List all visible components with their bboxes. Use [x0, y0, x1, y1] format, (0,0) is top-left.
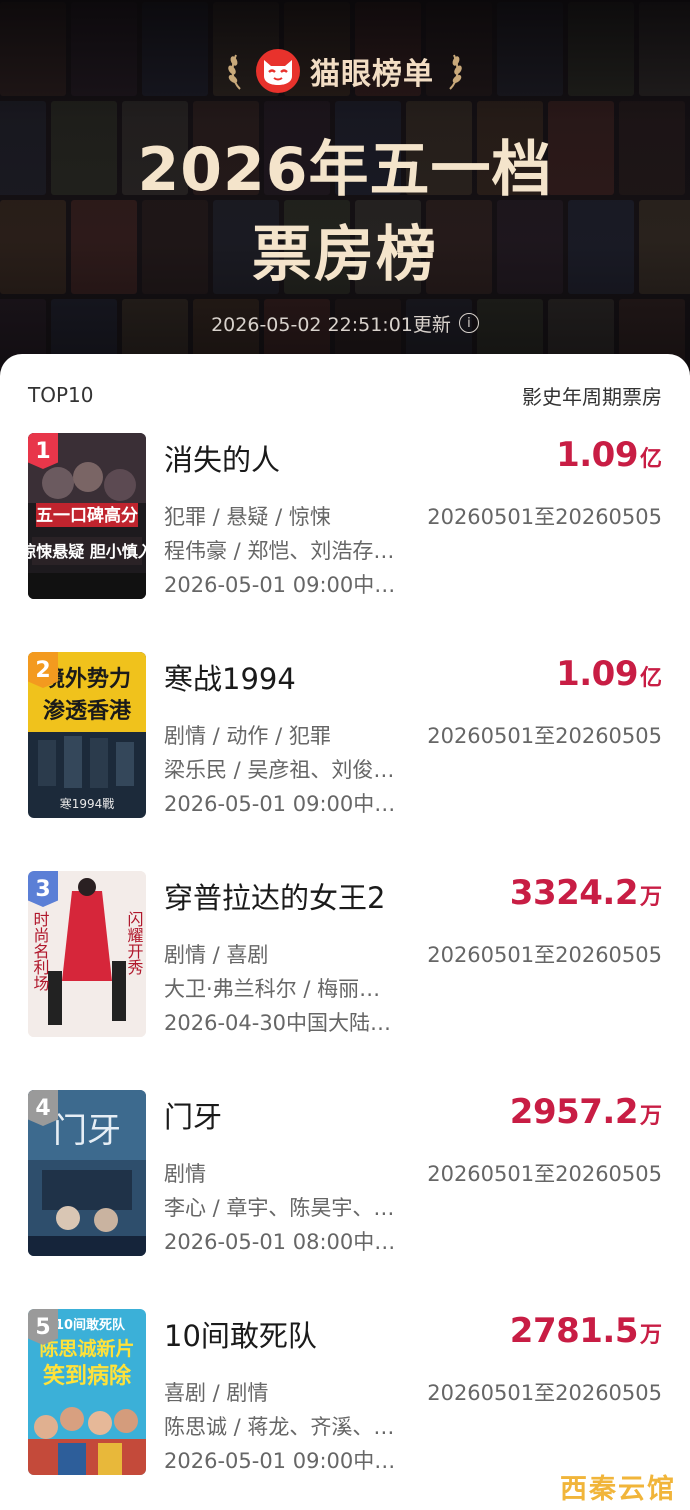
box-office-unit: 万 — [639, 1323, 662, 1348]
box-office-number: 3324.2 — [509, 873, 639, 913]
laurel-right-icon — [449, 54, 462, 90]
movie-cast: 李心 / 章宇、陈昊宇、… — [164, 1196, 395, 1220]
movie-release: 2026-05-01 09:00中… — [164, 1449, 396, 1473]
box-office-number: 1.09 — [556, 654, 638, 694]
movie-genre: 剧情 — [164, 1162, 206, 1186]
box-office: 1.09 亿 — [556, 435, 662, 475]
movie-title[interactable]: 穿普拉达的女王2 — [164, 875, 385, 917]
laurel-left-icon — [228, 54, 241, 90]
movie-row-2[interactable]: 境外势力 渗透香港 寒1994戰 2 寒战1994 1.09 亿 剧情 / 动作… — [0, 652, 690, 820]
rank-badge: 4 — [28, 1090, 58, 1126]
box-office-number: 1.09 — [556, 435, 638, 475]
watermark: 西秦云馆 — [560, 1474, 676, 1505]
movie-genre: 犯罪 / 悬疑 / 惊悚 — [164, 505, 331, 529]
poster-text: 笑到病除 — [43, 1363, 132, 1389]
poster-text: 闪耀开秀 — [125, 911, 144, 976]
box-office-unit: 万 — [639, 885, 662, 910]
movie-row-5[interactable]: 10间敢死队 陈思诚新片 笑到病除 5 10间敢死队 2781.5 万 喜剧 /… — [0, 1309, 690, 1477]
page-subtitle: 票房榜 — [252, 220, 438, 290]
box-office: 2957.2 万 — [510, 1092, 662, 1132]
poster-text: 时尚名利场 — [31, 911, 50, 992]
poster-text: 寒1994戰 — [60, 796, 115, 811]
info-icon[interactable]: i — [458, 313, 479, 333]
movie-poster[interactable]: 五一口碑高分 惊悚悬疑 胆小慎入 1 — [28, 433, 146, 599]
movie-cast: 程伟豪 / 郑恺、刘浩存… — [164, 539, 395, 563]
brand: 猫眼榜单 — [0, 46, 690, 96]
movie-period: 20260501至20260505 — [427, 943, 662, 967]
movie-genre: 剧情 / 喜剧 — [164, 943, 269, 967]
movie-genre: 喜剧 / 剧情 — [164, 1381, 269, 1405]
movie-poster[interactable]: 10间敢死队 陈思诚新片 笑到病除 5 — [28, 1309, 146, 1475]
ranking-card: TOP10 影史年周期票房 五一口碑高分 惊悚悬疑 胆小慎入 1 消失的人 1.… — [0, 354, 690, 1510]
top10-label: TOP10 — [28, 383, 94, 407]
movie-title[interactable]: 10间敢死队 — [164, 1313, 317, 1355]
update-time-text: 2026-05-02 22:51:01更新 — [211, 313, 451, 336]
movie-release: 2026-05-01 09:00中… — [164, 792, 396, 816]
box-office-number: 2957.2 — [509, 1092, 639, 1132]
update-time: 2026-05-02 22:51:01更新 i — [0, 306, 690, 340]
poster-text: 门牙 — [53, 1111, 121, 1151]
movie-poster[interactable]: 门牙 4 — [28, 1090, 146, 1256]
period-box-office-label: 影史年周期票房 — [522, 384, 662, 409]
movie-release: 2026-05-01 08:00中… — [164, 1230, 396, 1254]
rank-badge: 3 — [28, 871, 58, 907]
rank-badge: 2 — [28, 652, 58, 688]
movie-period: 20260501至20260505 — [427, 724, 662, 748]
cat-logo-icon — [256, 49, 300, 93]
poster-text: 惊悚悬疑 胆小慎入 — [28, 542, 146, 561]
list-header: TOP10 影史年周期票房 — [28, 380, 662, 410]
box-office-unit: 亿 — [639, 447, 662, 472]
movie-cast: 梁乐民 / 吴彦祖、刘俊… — [164, 758, 395, 782]
poster-text: 10间敢死队 — [55, 1317, 126, 1333]
movie-cast: 大卫·弗兰科尔 / 梅丽… — [164, 977, 381, 1001]
movie-row-4[interactable]: 门牙 4 门牙 2957.2 万 剧情 20260501至20260505 李心… — [0, 1090, 690, 1258]
box-office-number: 2781.5 — [509, 1311, 639, 1351]
rank-badge: 1 — [28, 433, 58, 469]
box-office: 3324.2 万 — [510, 873, 662, 913]
page-title: 2026年五一档 — [137, 135, 553, 205]
box-office: 1.09 亿 — [556, 654, 662, 694]
rank-badge: 5 — [28, 1309, 58, 1345]
movie-row-3[interactable]: 时尚名利场 闪耀开秀 3 穿普拉达的女王2 3324.2 万 剧情 / 喜剧 2… — [0, 871, 690, 1039]
movie-period: 20260501至20260505 — [427, 1381, 662, 1405]
movie-row-1[interactable]: 五一口碑高分 惊悚悬疑 胆小慎入 1 消失的人 1.09 亿 犯罪 / 悬疑 /… — [0, 433, 690, 601]
movie-title[interactable]: 消失的人 — [164, 437, 280, 479]
box-office: 2781.5 万 — [510, 1311, 662, 1351]
box-office-unit: 万 — [639, 1104, 662, 1129]
movie-poster[interactable]: 时尚名利场 闪耀开秀 3 — [28, 871, 146, 1037]
box-office-unit: 亿 — [639, 666, 662, 691]
poster-text: 渗透香港 — [43, 698, 132, 724]
brand-name: 猫眼榜单 — [310, 57, 434, 92]
header-banner: 猫眼榜单 2026年五一档 票房榜 2026-05-02 22:51:01更新 … — [0, 0, 690, 400]
movie-title[interactable]: 门牙 — [164, 1094, 222, 1136]
movie-genre: 剧情 / 动作 / 犯罪 — [164, 724, 331, 748]
movie-release: 2026-05-01 09:00中… — [164, 573, 396, 597]
movie-poster[interactable]: 境外势力 渗透香港 寒1994戰 2 — [28, 652, 146, 818]
movie-title[interactable]: 寒战1994 — [164, 656, 296, 698]
movie-cast: 陈思诚 / 蒋龙、齐溪、… — [164, 1415, 395, 1439]
movie-period: 20260501至20260505 — [427, 1162, 662, 1186]
movie-period: 20260501至20260505 — [427, 505, 662, 529]
poster-text: 五一口碑高分 — [36, 505, 138, 526]
poster-text: 陈思诚新片 — [39, 1337, 134, 1360]
movie-release: 2026-04-30中国大陆… — [164, 1011, 392, 1035]
